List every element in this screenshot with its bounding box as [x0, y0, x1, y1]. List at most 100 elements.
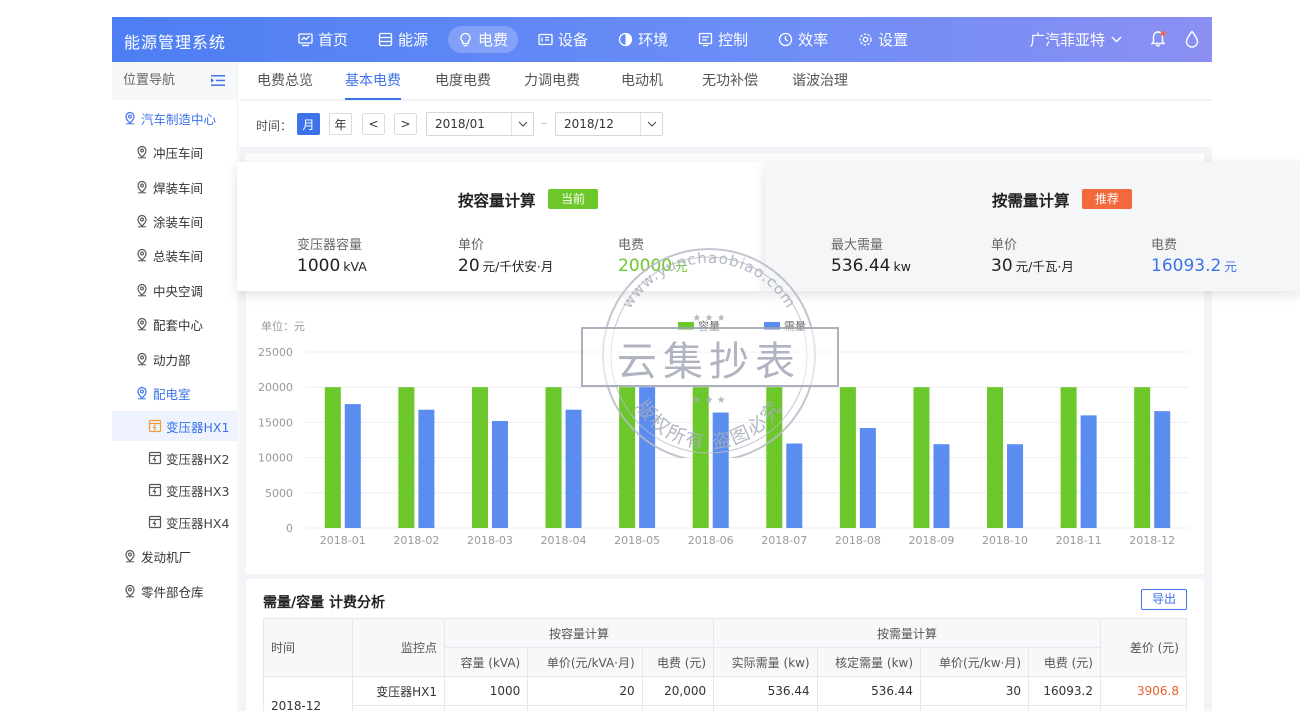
nav-item-5[interactable]: 控制 — [688, 26, 758, 53]
nav-item-label: 环境 — [638, 31, 669, 49]
nav-item-label: 控制 — [718, 31, 749, 49]
next-period-button[interactable]: > — [394, 113, 417, 135]
subtab-1[interactable]: 基本电费 — [345, 62, 401, 100]
legend-swatch — [764, 322, 780, 330]
location-pin-icon — [137, 352, 147, 366]
control-panel-icon — [698, 32, 713, 47]
bar-需量-2018-02 — [418, 409, 435, 528]
sidebar-item-8[interactable]: 配电室 — [112, 378, 238, 408]
bar-需量-2018-06 — [712, 412, 729, 528]
bar-需量-2018-12 — [1154, 411, 1171, 528]
x-tick-label: 2018-02 — [393, 534, 439, 547]
sidebar-item-0[interactable]: 汽车制造中心 — [112, 103, 238, 133]
table-cell: 536.44 — [816, 705, 922, 711]
legend-label: 容量 — [698, 319, 720, 333]
sidebar-item-5[interactable]: 中央空调 — [112, 275, 238, 305]
location-pin-icon — [137, 214, 147, 228]
x-tick-label: 2018-04 — [541, 534, 587, 547]
nav-item-6[interactable]: 效率 — [768, 26, 838, 53]
x-tick-label: 2018-10 — [982, 534, 1028, 547]
main-nav: 首页 能源 电费 设备 环境 控制 效率 设置 — [288, 26, 928, 53]
subtab-2[interactable]: 电度电费 — [435, 62, 491, 100]
end-date-value: 2018/12 — [564, 117, 614, 131]
gear-icon — [859, 33, 872, 46]
chevron-down-icon — [1111, 36, 1122, 43]
col-time: 时间 — [263, 618, 353, 677]
table-cell: 20 — [527, 676, 643, 706]
subtab-4[interactable]: 电动机 — [621, 62, 663, 100]
demand-card-title: 按需量计算 — [992, 192, 1070, 210]
col-point: 监控点 — [352, 618, 445, 677]
nav-item-3[interactable]: 设备 — [528, 26, 598, 53]
col-capacity_cols-2: 电费 (元) — [641, 647, 715, 677]
transformer-icon — [148, 515, 162, 529]
subtab-3[interactable]: 力调电费 — [524, 62, 580, 100]
year-button[interactable]: 年 — [329, 113, 352, 135]
sidebar-item-7[interactable]: 动力部 — [112, 344, 238, 374]
capacity-price-value: 20 元/千伏安·月 — [458, 256, 554, 276]
sidebar-item-2[interactable]: 焊装车间 — [112, 172, 238, 202]
subtab-0[interactable]: 电费总览 — [257, 62, 313, 100]
table-cell: 536.44 — [713, 676, 818, 706]
sidebar-item-9[interactable]: 变压器HX1 — [112, 411, 238, 441]
nav-item-2[interactable]: 电费 — [448, 26, 519, 53]
nav-item-7[interactable]: 设置 — [848, 26, 918, 53]
sidebar-item-14[interactable]: 零件部仓库 — [112, 576, 238, 606]
table-cell — [1028, 705, 1101, 711]
nav-item-label: 设备 — [558, 31, 589, 49]
nav-item-4[interactable]: 环境 — [608, 26, 678, 53]
transformer-icon — [148, 483, 162, 497]
x-tick-label: 2018-07 — [761, 534, 807, 547]
water-drop-icon[interactable] — [1184, 30, 1200, 48]
month-button[interactable]: 月 — [297, 113, 320, 135]
cell-diff — [1100, 705, 1187, 711]
sidebar-item-label: 配电室 — [153, 386, 191, 402]
table-cell — [527, 705, 643, 711]
nav-item-0[interactable]: 首页 — [288, 26, 358, 53]
sidebar-item-label: 冲压车间 — [153, 145, 204, 161]
col-capacity_cols-1: 单价(元/kVA·月) — [527, 647, 643, 677]
cell-point: 合计 — [352, 705, 445, 711]
chevron-down-icon — [640, 113, 662, 135]
time-filter-bar: 时间： 月 年 < > 2018/01 – 2018/12 — [239, 101, 1212, 147]
bell-icon[interactable] — [1149, 30, 1167, 48]
nav-item-1[interactable]: 能源 — [368, 26, 438, 53]
end-date-select[interactable]: 2018/12 — [555, 112, 663, 136]
device-icon — [538, 33, 553, 46]
sidebar-item-4[interactable]: 总装车间 — [112, 240, 238, 270]
x-tick-label: 2018-09 — [908, 534, 954, 547]
col-demand_cols-1: 核定需量 (kw) — [816, 647, 922, 677]
sidebar-item-label: 变压器HX4 — [166, 515, 230, 531]
subtab-6[interactable]: 谐波治理 — [792, 62, 848, 100]
sidebar-item-1[interactable]: 冲压车间 — [112, 137, 238, 167]
table-cell: 20,000 — [641, 676, 715, 706]
leaf-icon — [618, 32, 633, 47]
subtab-5[interactable]: 无功补偿 — [702, 62, 758, 100]
company-name: 广汽菲亚特 — [1030, 31, 1106, 49]
bar-容量-2018-01 — [324, 387, 341, 528]
start-date-select[interactable]: 2018/01 — [426, 112, 534, 136]
col-demand_cols-3: 电费 (元) — [1028, 647, 1101, 677]
sidebar-item-10[interactable]: 变压器HX2 — [112, 443, 238, 473]
app-title: 能源管理系统 — [124, 33, 227, 52]
y-tick-label: 15000 — [258, 416, 293, 429]
database-icon — [378, 32, 393, 47]
export-button[interactable]: 导出 — [1141, 589, 1187, 610]
table-title: 需量/容量 计费分析 — [263, 595, 385, 611]
company-selector[interactable]: 广汽菲亚特 — [1030, 29, 1122, 50]
sidebar-item-13[interactable]: 发动机厂 — [112, 541, 238, 571]
sidebar-item-label: 总装车间 — [153, 248, 204, 264]
top-navigation-bar: 能源管理系统 首页 能源 电费 设备 环境 控制 效率 设置 广汽菲亚特 — [112, 17, 1212, 62]
sidebar-item-6[interactable]: 配套中心 — [112, 309, 238, 339]
sidebar-item-12[interactable]: 变压器HX4 — [112, 507, 238, 537]
table-row: 2018-12 变压器HX1 1000 20 20,000 536.44 536.44 30 1… — [263, 676, 1187, 711]
collapse-menu-icon[interactable] — [211, 74, 225, 87]
location-pin-icon — [137, 386, 147, 400]
sidebar-item-label: 涂装车间 — [153, 214, 204, 230]
sidebar-item-3[interactable]: 涂装车间 — [112, 206, 238, 236]
table-cell: 1000 — [443, 705, 529, 711]
bar-容量-2018-04 — [545, 387, 562, 528]
transformer-icon — [148, 419, 162, 433]
sidebar-item-11[interactable]: 变压器HX3 — [112, 475, 238, 505]
prev-period-button[interactable]: < — [362, 113, 385, 135]
